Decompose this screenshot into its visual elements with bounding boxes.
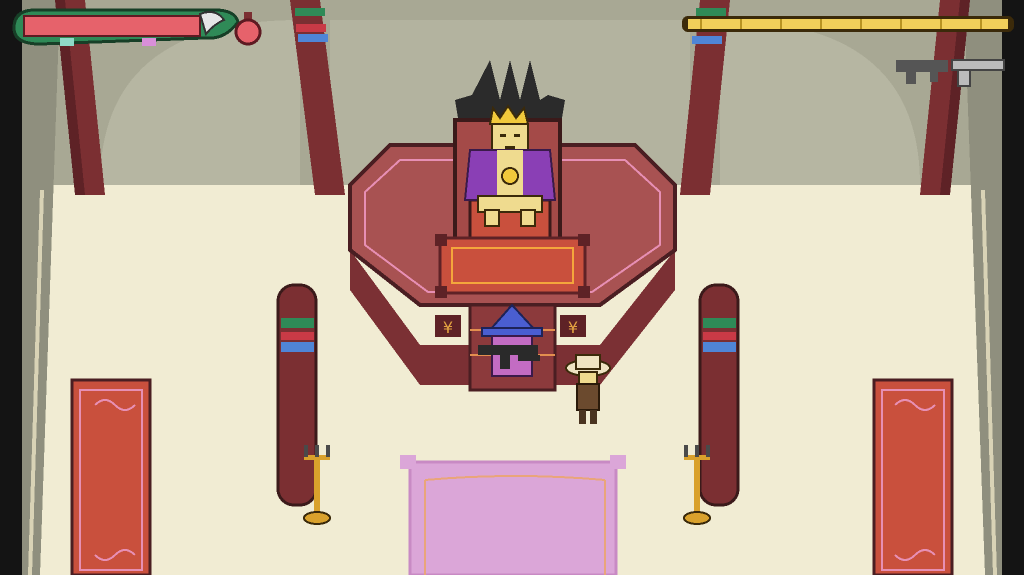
ammo-fill (688, 19, 1008, 29)
health-fill (23, 15, 201, 37)
front-pillar-left (276, 283, 318, 507)
ammo-bar (682, 16, 1014, 32)
pink-carpet (400, 455, 626, 575)
side-rug-left (70, 378, 152, 575)
svg-text:¥: ¥ (568, 318, 578, 337)
throne-room-scene: ¥ ¥ (0, 0, 1024, 575)
side-rug-right (872, 378, 954, 575)
svg-text:¥: ¥ (443, 318, 453, 337)
throne-rug (435, 234, 590, 298)
front-pillar-right (698, 283, 740, 507)
